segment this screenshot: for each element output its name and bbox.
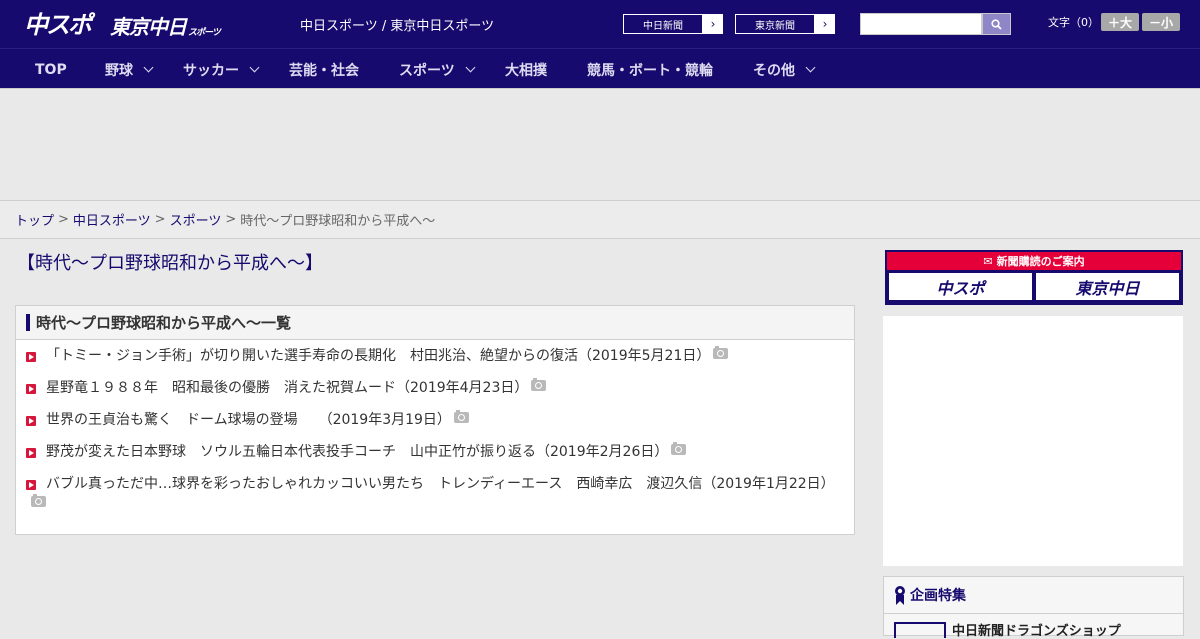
feature-section: 企画特集 中日新聞ドラゴンズショップ xyxy=(883,576,1184,639)
nav-item-top[interactable]: TOP xyxy=(35,49,67,90)
camera-icon xyxy=(31,494,46,507)
article-title[interactable]: 星野竜１９８８年 昭和最後の優勝 消えた祝賀ムード（2019年4月23日） xyxy=(46,380,528,396)
feature-item[interactable]: 中日新聞ドラゴンズショップ xyxy=(884,614,1183,639)
breadcrumb-separator: > xyxy=(154,212,166,227)
bullet-arrow-icon xyxy=(26,448,36,458)
nav-item-label: スポーツ xyxy=(399,62,455,79)
nav-item-label: 競馬・ボート・競輪 xyxy=(587,62,713,79)
font-smaller-button[interactable]: －小 xyxy=(1142,13,1180,31)
nav-item-label: TOP xyxy=(35,61,67,78)
subscription-banner-header: ✉ 新聞購読のご案内 xyxy=(887,252,1181,270)
camera-icon xyxy=(453,410,469,423)
list-item[interactable]: 「トミー・ジョン手術」が切り開いた選手寿命の長期化 村田兆治、絶望からの復活（2… xyxy=(16,346,854,364)
bullet-arrow-icon xyxy=(26,416,36,426)
chevron-down-icon xyxy=(465,62,476,73)
article-list: 「トミー・ジョン手術」が切り開いた選手寿命の長期化 村田兆治、絶望からの復活（2… xyxy=(16,340,854,507)
breadcrumb-link-chunichi-sports[interactable]: 中日スポーツ xyxy=(73,210,151,229)
nav-item-label: サッカー xyxy=(183,62,239,79)
chevron-down-icon xyxy=(249,62,260,73)
tokyo-shimbun-label: 東京新聞 xyxy=(735,14,815,34)
chevron-right-icon: › xyxy=(703,14,723,34)
breadcrumb-separator: > xyxy=(58,212,69,227)
camera-icon xyxy=(671,442,687,455)
chuspo-logo[interactable]: 中スポ xyxy=(24,6,92,40)
chuspo-logo-text: 中スポ xyxy=(24,11,92,39)
tokyo-logo-sub: スポーツ xyxy=(188,28,221,38)
breadcrumb: トップ > 中日スポーツ > スポーツ > 時代～プロ野球昭和から平成へ～ xyxy=(0,200,1200,239)
subscribe-tokyo-chunichi-button[interactable]: 東京中日 xyxy=(1036,273,1179,300)
subscription-banner-title: 新聞購読のご案内 xyxy=(996,255,1085,268)
breadcrumb-link-sports[interactable]: スポーツ xyxy=(170,210,222,229)
bullet-arrow-icon xyxy=(26,352,36,362)
list-item[interactable]: 星野竜１９８８年 昭和最後の優勝 消えた祝賀ムード（2019年4月23日） xyxy=(16,378,854,396)
tokyo-chunichi-logo[interactable]: 東京中日 スポーツ xyxy=(110,6,221,40)
chevron-down-icon xyxy=(143,62,154,73)
nav-item-label: 芸能・社会 xyxy=(289,62,359,79)
camera-icon xyxy=(713,346,729,359)
main-nav: TOP 野球 サッカー 芸能・社会 スポーツ 大相撲 競馬・ボート・競輪 その他 xyxy=(0,48,1200,89)
camera-icon xyxy=(531,378,547,391)
article-title[interactable]: 世界の王貞治も驚く ドーム球場の登場 （2019年3月19日） xyxy=(46,412,451,428)
bullet-arrow-icon xyxy=(26,384,36,394)
chevron-right-icon: › xyxy=(815,14,835,34)
breadcrumb-current: 時代～プロ野球昭和から平成へ～ xyxy=(240,214,436,229)
list-item[interactable]: バブル真っただ中…球界を彩ったおしゃれカッコいい男たち トレンディーエース 西崎… xyxy=(16,476,854,507)
font-size-label: 文字（0） xyxy=(1048,16,1099,29)
ribbon-icon xyxy=(895,586,905,605)
nav-item-soccer[interactable]: サッカー xyxy=(183,49,260,90)
nav-item-entertainment[interactable]: 芸能・社会 xyxy=(289,49,359,90)
feature-heading: 企画特集 xyxy=(884,577,1183,614)
search-input[interactable] xyxy=(860,13,982,35)
nav-item-label: その他 xyxy=(753,62,795,79)
site-title[interactable]: 中日スポーツ / 東京中日スポーツ xyxy=(300,15,494,34)
subscription-banner: ✉ 新聞購読のご案内 中スポ 東京中日 xyxy=(885,250,1183,305)
top-ad-area xyxy=(0,90,1200,200)
nav-item-label: 野球 xyxy=(105,62,133,79)
page-title: 【時代～プロ野球昭和から平成へ～】 xyxy=(17,253,323,274)
subscription-buttons: 中スポ 東京中日 xyxy=(887,270,1181,303)
breadcrumb-separator: > xyxy=(225,212,237,227)
nav-item-baseball[interactable]: 野球 xyxy=(105,49,154,90)
nav-item-label: 大相撲 xyxy=(505,62,547,79)
chunichi-shimbun-button[interactable]: 中日新聞 › xyxy=(622,13,724,35)
feature-heading-label: 企画特集 xyxy=(910,588,966,604)
article-list-title: 時代～プロ野球昭和から平成へ～一覧 xyxy=(36,314,292,332)
article-title[interactable]: 「トミー・ジョン手術」が切り開いた選手寿命の長期化 村田兆治、絶望からの復活（2… xyxy=(46,348,710,364)
tokyo-logo-text: 東京中日 xyxy=(110,15,187,39)
list-item[interactable]: 世界の王貞治も驚く ドーム球場の登場 （2019年3月19日） xyxy=(16,410,854,428)
nav-item-racing[interactable]: 競馬・ボート・競輪 xyxy=(587,49,713,90)
list-item[interactable]: 野茂が変えた日本野球 ソウル五輪日本代表投手コーチ 山中正竹が振り返る（2019… xyxy=(16,442,854,460)
sidebar-ad xyxy=(883,316,1183,566)
site-header: 中スポ 東京中日 スポーツ 中日スポーツ / 東京中日スポーツ 中日新聞 › 東京… xyxy=(0,0,1200,48)
tokyo-shimbun-button[interactable]: 東京新聞 › xyxy=(734,13,836,35)
article-title[interactable]: 野茂が変えた日本野球 ソウル五輪日本代表投手コーチ 山中正竹が振り返る（2019… xyxy=(46,444,668,460)
bullet-arrow-icon xyxy=(26,480,36,490)
heading-accent-bar xyxy=(26,314,30,331)
nav-item-sports[interactable]: スポーツ xyxy=(399,49,476,90)
article-list-box: 時代～プロ野球昭和から平成へ～一覧 「トミー・ジョン手術」が切り開いた選手寿命の… xyxy=(15,305,855,535)
nav-item-sumo[interactable]: 大相撲 xyxy=(505,49,547,90)
breadcrumb-link-top[interactable]: トップ xyxy=(15,210,54,229)
chunichi-shimbun-label: 中日新聞 xyxy=(623,14,703,34)
nav-item-other[interactable]: その他 xyxy=(753,49,816,90)
newspaper-icon: ✉ xyxy=(983,254,993,268)
chevron-down-icon xyxy=(805,62,816,73)
search-button[interactable] xyxy=(982,13,1011,35)
article-list-heading: 時代～プロ野球昭和から平成へ～一覧 xyxy=(16,306,854,340)
font-larger-button[interactable]: ＋大 xyxy=(1101,13,1139,31)
article-title[interactable]: バブル真っただ中…球界を彩ったおしゃれカッコいい男たち トレンディーエース 西崎… xyxy=(46,476,835,492)
search-icon xyxy=(991,18,1002,30)
subscribe-chuspo-button[interactable]: 中スポ xyxy=(889,273,1032,300)
